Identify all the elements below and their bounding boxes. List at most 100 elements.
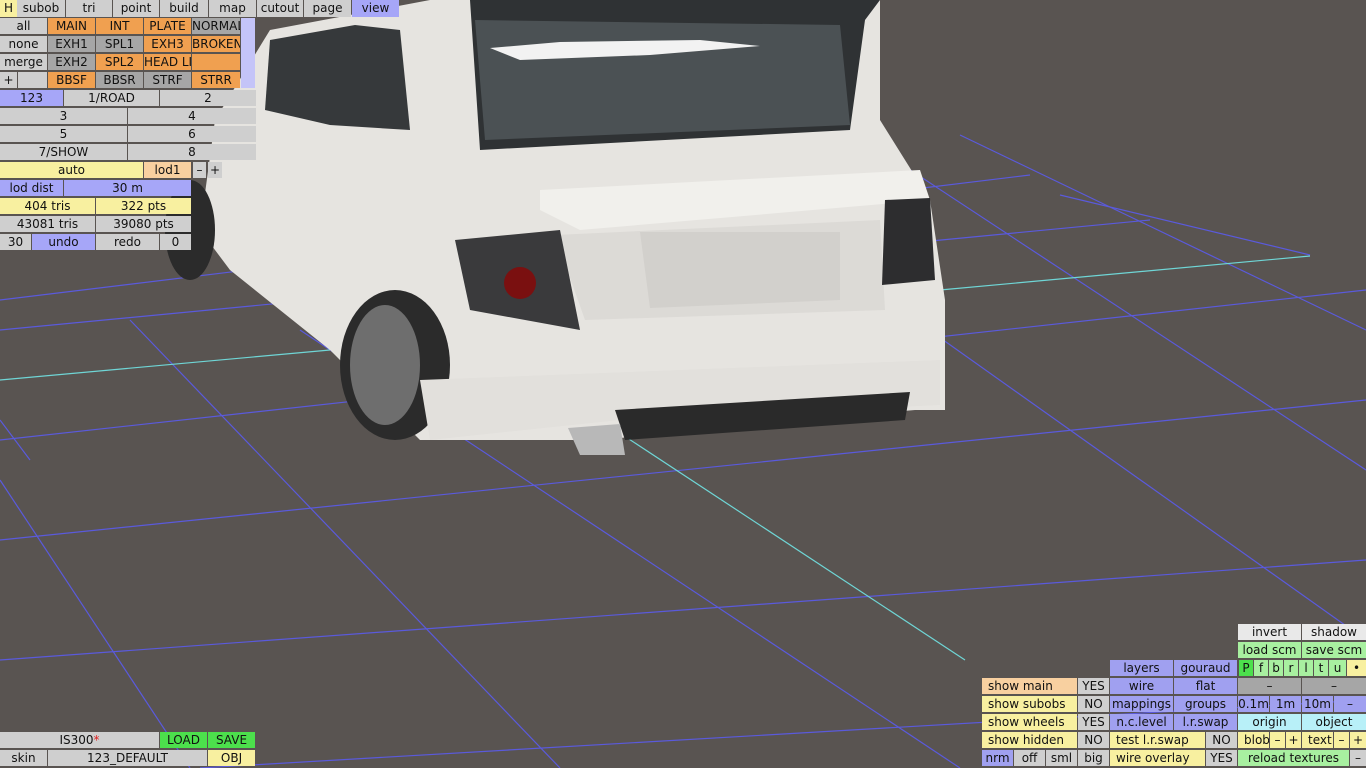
step-minus-button[interactable]: – — [1334, 696, 1366, 712]
layer-main-button[interactable]: MAIN — [48, 18, 95, 34]
layer-headli-button[interactable]: HEAD LI — [144, 54, 191, 70]
tab-point[interactable]: point — [113, 0, 159, 17]
redo-button[interactable]: redo — [96, 234, 159, 250]
load-scm-button[interactable]: load scm — [1238, 642, 1301, 658]
layer-plate-button[interactable]: PLATE — [144, 18, 191, 34]
size-off-button[interactable]: off — [1014, 750, 1045, 766]
blob-minus-button[interactable]: – — [1270, 732, 1285, 748]
layer-exh2-button[interactable]: EXH2 — [48, 54, 95, 70]
tab-cutout[interactable]: cutout — [257, 0, 303, 17]
layer-add-button[interactable]: + — [0, 72, 17, 88]
dash-button-2[interactable]: – — [1302, 678, 1366, 694]
layer-none-button[interactable]: none — [0, 36, 47, 52]
view-5-button[interactable]: 5 — [0, 126, 127, 142]
layer-exh3-button[interactable]: EXH3 — [144, 36, 191, 52]
lod-level-button[interactable]: lod1 — [144, 162, 191, 178]
text-plus-button[interactable]: + — [1350, 732, 1366, 748]
undo-button[interactable]: undo — [32, 234, 95, 250]
obj-button[interactable]: OBJ — [208, 750, 255, 766]
layer-strf-button[interactable]: STRF — [144, 72, 191, 88]
step-1m-button[interactable]: 1m — [1270, 696, 1301, 712]
object-button[interactable]: object — [1302, 714, 1366, 730]
tab-page[interactable]: page — [304, 0, 351, 17]
lod-pts-count: 322 pts — [96, 198, 191, 214]
dash-button-1[interactable]: – — [1238, 678, 1301, 694]
layer-spl2-button[interactable]: SPL2 — [96, 54, 143, 70]
view-2-button[interactable]: 2 — [160, 90, 256, 106]
load-button[interactable]: LOAD — [160, 732, 207, 748]
lod-minus-button[interactable]: – — [193, 162, 206, 178]
tab-tri[interactable]: tri — [66, 0, 112, 17]
flag-dot-toggle[interactable]: • — [1347, 660, 1366, 676]
layer-broken-button[interactable]: BROKEN — [192, 36, 240, 52]
lr-swap-button[interactable]: l.r.swap — [1174, 714, 1237, 730]
tab-subob[interactable]: subob — [17, 0, 65, 17]
layer-normal-button[interactable]: NORMAL — [192, 18, 240, 34]
view-road-button[interactable]: 1/ROAD — [64, 90, 159, 106]
layer-strr-button[interactable]: STRR — [192, 72, 240, 88]
size-nrm-button[interactable]: nrm — [982, 750, 1013, 766]
gouraud-button[interactable]: gouraud — [1174, 660, 1237, 676]
show-wheels-toggle[interactable]: YES — [1078, 714, 1109, 730]
flag-u-toggle[interactable]: u — [1329, 660, 1346, 676]
save-scm-button[interactable]: save scm — [1302, 642, 1366, 658]
flag-t-toggle[interactable]: t — [1314, 660, 1328, 676]
reload-textures-button[interactable]: reload textures — [1238, 750, 1349, 766]
view-8-button[interactable]: 8 — [128, 144, 256, 160]
tab-h[interactable]: H — [0, 0, 17, 17]
lod-plus-button[interactable]: + — [208, 162, 222, 178]
wire-overlay-label: wire overlay — [1110, 750, 1205, 766]
layer-blank-button[interactable] — [18, 72, 47, 88]
origin-button[interactable]: origin — [1238, 714, 1301, 730]
layer-scrollbar[interactable] — [241, 18, 255, 88]
layer-all-button[interactable]: all — [0, 18, 47, 34]
flag-l-toggle[interactable]: l — [1299, 660, 1313, 676]
lod-auto-button[interactable]: auto — [0, 162, 143, 178]
show-main-toggle[interactable]: YES — [1078, 678, 1109, 694]
step-10m-button[interactable]: 10m — [1302, 696, 1333, 712]
save-button[interactable]: SAVE — [208, 732, 255, 748]
wire-overlay-toggle[interactable]: YES — [1206, 750, 1237, 766]
size-big-button[interactable]: big — [1078, 750, 1109, 766]
layer-exh1-button[interactable]: EXH1 — [48, 36, 95, 52]
show-hidden-toggle[interactable]: NO — [1078, 732, 1109, 748]
show-subobs-label: show subobs — [982, 696, 1077, 712]
file-name-field[interactable]: IS300* — [0, 732, 159, 748]
flag-r-toggle[interactable]: r — [1284, 660, 1298, 676]
layer-empty-button[interactable] — [192, 54, 240, 70]
text-minus-button[interactable]: – — [1334, 732, 1349, 748]
layer-int-button[interactable]: INT — [96, 18, 143, 34]
show-subobs-toggle[interactable]: NO — [1078, 696, 1109, 712]
skin-select[interactable]: 123_DEFAULT — [48, 750, 207, 766]
lod-dist-label: lod dist — [0, 180, 63, 196]
tab-view[interactable]: view — [352, 0, 399, 17]
reload-minus-button[interactable]: – — [1350, 750, 1366, 766]
size-sml-button[interactable]: sml — [1046, 750, 1077, 766]
invert-button[interactable]: invert — [1238, 624, 1301, 640]
flat-button[interactable]: flat — [1174, 678, 1237, 694]
layer-bbsf-button[interactable]: BBSF — [48, 72, 95, 88]
lod-dist-value[interactable]: 30 m — [64, 180, 191, 196]
layer-bbsr-button[interactable]: BBSR — [96, 72, 143, 88]
wire-button[interactable]: wire — [1110, 678, 1173, 694]
nc-level-button[interactable]: n.c.level — [1110, 714, 1173, 730]
view-4-button[interactable]: 4 — [128, 108, 256, 124]
tab-map[interactable]: map — [209, 0, 256, 17]
layers-button[interactable]: layers — [1110, 660, 1173, 676]
flag-b-toggle[interactable]: b — [1269, 660, 1283, 676]
step-01m-button[interactable]: 0.1m — [1238, 696, 1269, 712]
shadow-button[interactable]: shadow — [1302, 624, 1366, 640]
view-show-button[interactable]: 7/SHOW — [0, 144, 127, 160]
flag-p-toggle[interactable]: P — [1239, 660, 1253, 676]
layer-spl1-button[interactable]: SPL1 — [96, 36, 143, 52]
test-lr-swap-toggle[interactable]: NO — [1206, 732, 1237, 748]
view-3-button[interactable]: 3 — [0, 108, 127, 124]
flag-f-toggle[interactable]: f — [1254, 660, 1268, 676]
tab-build[interactable]: build — [160, 0, 208, 17]
groups-button[interactable]: groups — [1174, 696, 1237, 712]
layer-merge-button[interactable]: merge — [0, 54, 47, 70]
blob-plus-button[interactable]: + — [1286, 732, 1301, 748]
view-6-button[interactable]: 6 — [128, 126, 256, 142]
mappings-button[interactable]: mappings — [1110, 696, 1173, 712]
view-123-button[interactable]: 123 — [0, 90, 63, 106]
